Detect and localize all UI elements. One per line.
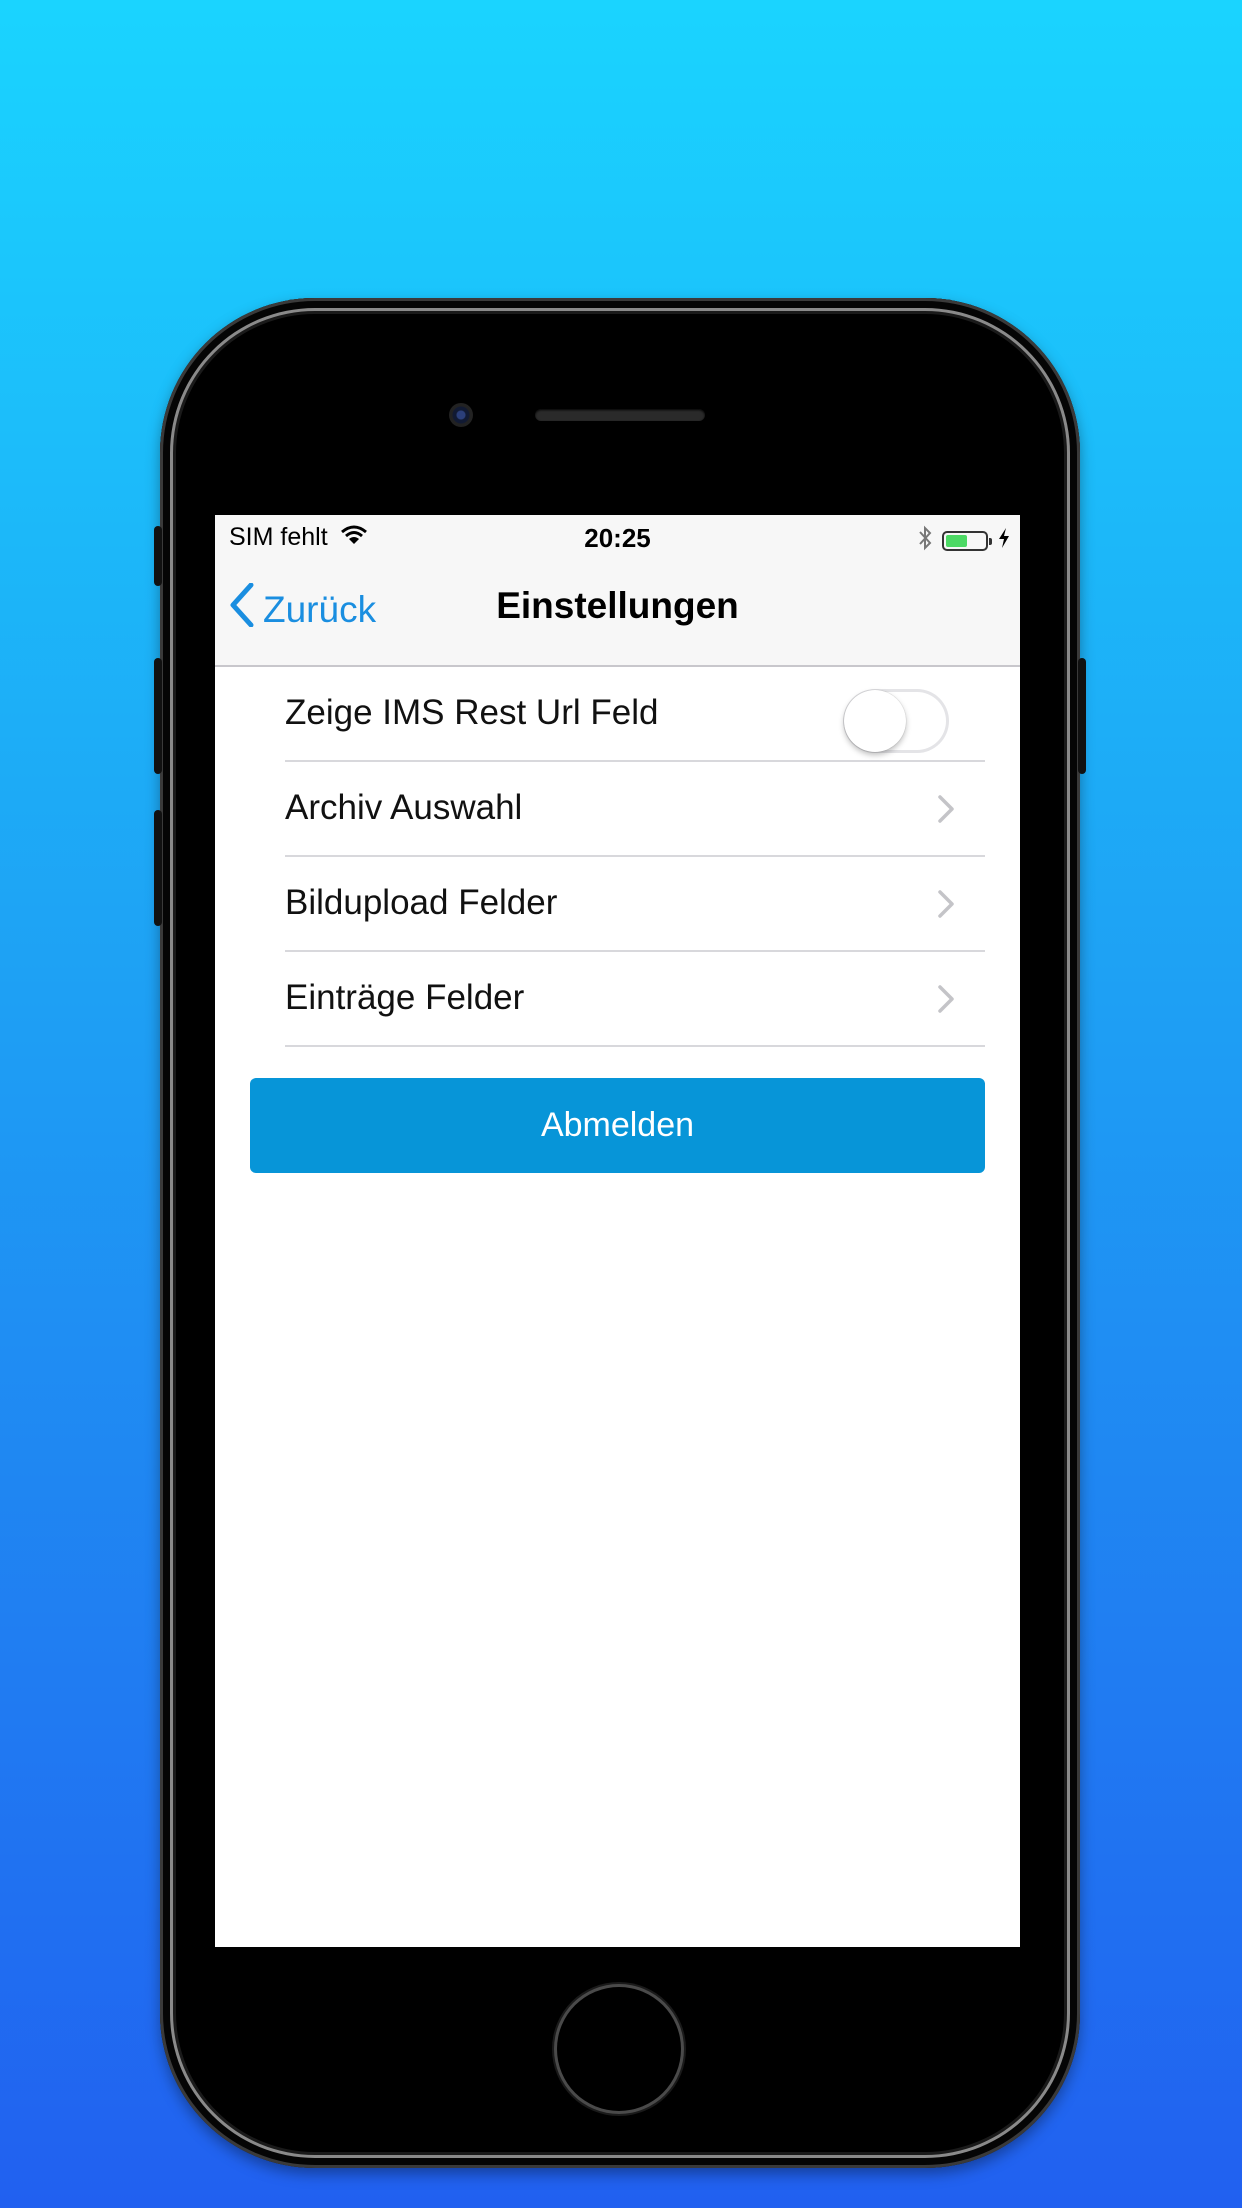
chevron-right-icon xyxy=(937,794,955,829)
volume-down-button xyxy=(154,810,162,926)
front-camera xyxy=(449,403,473,427)
chevron-right-icon xyxy=(937,984,955,1019)
status-bar: SIM fehlt 20:25 xyxy=(215,515,1020,559)
ims-rest-url-toggle[interactable] xyxy=(843,689,949,753)
logout-button[interactable]: Abmelden xyxy=(250,1078,985,1173)
setting-label: Archiv Auswahl xyxy=(285,788,523,827)
status-right-icons xyxy=(918,525,1010,556)
chevron-right-icon xyxy=(937,889,955,924)
app-screen: SIM fehlt 20:25 Zurück Einstellungen Zei… xyxy=(215,515,1020,1947)
setting-label: Einträge Felder xyxy=(285,978,525,1017)
setting-row-ims-rest-url: Zeige IMS Rest Url Feld xyxy=(285,667,985,762)
charging-icon xyxy=(998,527,1010,554)
navigation-bar: Zurück Einstellungen xyxy=(215,559,1020,667)
bluetooth-icon xyxy=(918,525,932,556)
setting-label: Zeige IMS Rest Url Feld xyxy=(285,693,659,732)
volume-up-button xyxy=(154,658,162,774)
battery-fill xyxy=(946,534,967,547)
power-button xyxy=(1078,658,1086,774)
mute-switch xyxy=(154,526,162,586)
battery-icon xyxy=(942,530,992,551)
battery-tip xyxy=(989,537,992,545)
home-button[interactable] xyxy=(557,1987,681,2111)
toggle-knob xyxy=(844,690,906,752)
setting-label: Bildupload Felder xyxy=(285,883,558,922)
setting-row-bildupload-felder[interactable]: Bildupload Felder xyxy=(285,857,985,952)
status-time: 20:25 xyxy=(584,523,651,553)
setting-row-eintraege-felder[interactable]: Einträge Felder xyxy=(285,952,985,1047)
setting-row-archiv-auswahl[interactable]: Archiv Auswahl xyxy=(285,762,985,857)
page-title: Einstellungen xyxy=(496,585,739,626)
earpiece-speaker xyxy=(535,409,705,421)
